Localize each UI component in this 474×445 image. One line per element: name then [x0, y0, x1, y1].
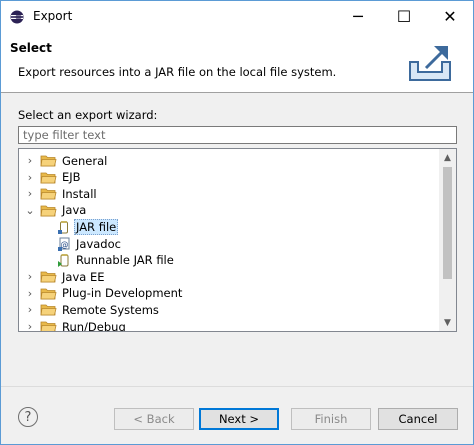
tree-item-label: Run/Debug: [62, 319, 126, 332]
eclipse-icon: [10, 10, 24, 24]
tree-item-label: Remote Systems: [62, 302, 159, 317]
chevron-up-icon: ▲: [444, 152, 451, 163]
scroll-thumb[interactable]: [443, 167, 452, 279]
tree-item[interactable]: › Remote Systems: [24, 301, 161, 318]
window-title: Export: [33, 9, 73, 23]
tree-item[interactable]: › Run/Debug: [24, 318, 128, 332]
tree-item[interactable]: Runnable JAR file: [57, 252, 176, 269]
minimize-icon: ─: [353, 7, 363, 26]
close-icon: ✕: [443, 7, 457, 26]
tree-item[interactable]: › Java EE: [24, 268, 106, 285]
maximize-icon: ☐: [396, 7, 412, 26]
tree-item-label: Runnable JAR file: [76, 253, 174, 268]
export-banner-icon: [409, 46, 451, 81]
tree-item-label: EJB: [62, 170, 81, 185]
maximize-button[interactable]: ☐: [381, 1, 427, 32]
folder-icon: [40, 155, 57, 167]
tree-item[interactable]: › EJB: [24, 169, 83, 186]
folder-icon: [40, 321, 57, 331]
javadoc-icon: @: [58, 237, 70, 251]
chevron-right-icon[interactable]: ›: [24, 152, 36, 169]
tree-item-label: General: [62, 153, 108, 168]
chevron-down-icon: ▼: [444, 317, 451, 328]
help-button[interactable]: ?: [18, 407, 38, 427]
tree-item-label: Install: [62, 186, 97, 201]
wizard-header: Select Export resources into a JAR file …: [1, 32, 473, 93]
wizard-list-label: Select an export wizard:: [18, 108, 158, 122]
tree-item-label: Java: [62, 203, 87, 218]
folder-icon: [40, 172, 57, 183]
scroll-down-button[interactable]: ▼: [439, 314, 456, 331]
finish-button[interactable]: Finish: [291, 408, 371, 430]
folder-icon: [40, 288, 57, 300]
tree-item[interactable]: › Install: [24, 185, 99, 202]
filter-input[interactable]: [18, 126, 457, 144]
page-title: Select: [10, 41, 52, 55]
scroll-up-button[interactable]: ▲: [439, 149, 456, 166]
title-bar: Export ─ ☐ ✕: [1, 1, 473, 32]
back-button[interactable]: < Back: [114, 408, 194, 430]
chevron-right-icon[interactable]: ›: [24, 169, 36, 186]
footer-divider: [1, 386, 473, 387]
export-dialog: Export ─ ☐ ✕ Select Export resources int…: [0, 0, 474, 445]
folder-icon: [40, 188, 57, 200]
tree-item[interactable]: ⌄ Java: [24, 202, 88, 219]
tree-item-label: Javadoc: [76, 236, 121, 251]
runnable-jar-icon: [58, 254, 69, 268]
chevron-right-icon[interactable]: ›: [24, 268, 36, 285]
page-description: Export resources into a JAR file on the …: [18, 65, 337, 79]
chevron-right-icon[interactable]: ›: [24, 285, 36, 302]
folder-icon: [40, 271, 57, 283]
next-button[interactable]: Next >: [199, 408, 279, 430]
cancel-button[interactable]: Cancel: [378, 408, 458, 430]
wizard-tree[interactable]: › Run/Debug › Remote Systems › Plug-in Develo…: [18, 148, 457, 332]
chevron-right-icon[interactable]: ›: [24, 301, 36, 318]
vertical-scrollbar[interactable]: ▲ ▼: [439, 149, 456, 331]
jar-file-icon: [58, 220, 68, 234]
tree-item-label: JAR file: [74, 218, 119, 235]
folder-icon: [40, 205, 57, 217]
minimize-button[interactable]: ─: [335, 1, 381, 32]
tree-item-label: Plug-in Development: [62, 286, 183, 301]
chevron-right-icon[interactable]: ›: [24, 318, 36, 331]
tree-item[interactable]: › General: [24, 152, 109, 169]
help-icon: ?: [24, 409, 32, 425]
tree-item[interactable]: JAR file: [57, 218, 119, 235]
chevron-down-icon[interactable]: ⌄: [24, 202, 36, 219]
close-button[interactable]: ✕: [427, 1, 473, 32]
tree-item[interactable]: @ Javadoc: [57, 235, 123, 252]
tree-item[interactable]: › Plug-in Development: [24, 285, 184, 302]
chevron-right-icon[interactable]: ›: [24, 185, 36, 202]
tree-item-label: Java EE: [62, 269, 105, 284]
folder-icon: [40, 304, 57, 316]
